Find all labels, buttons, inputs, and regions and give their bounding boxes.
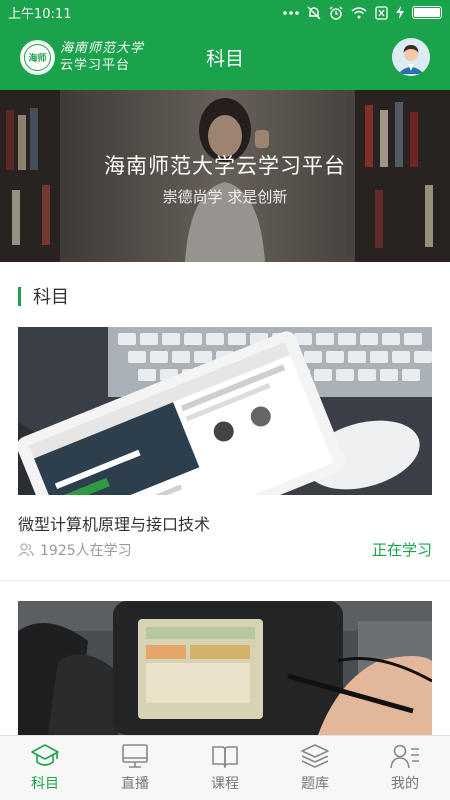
course-learners: 1925人在学习 xyxy=(18,540,132,560)
course-status-link[interactable]: 正在学习 xyxy=(372,539,432,560)
bell-off-icon xyxy=(307,6,321,19)
course-card[interactable] xyxy=(18,601,432,735)
alarm-icon xyxy=(329,6,343,20)
monitor-icon xyxy=(122,744,148,768)
wifi-icon xyxy=(351,6,367,18)
logo-line-2: 云学习平台 xyxy=(60,58,131,73)
section-header: 科目 xyxy=(18,283,69,309)
graduation-cap-icon xyxy=(31,744,59,766)
book-icon xyxy=(212,746,238,768)
hero-banner[interactable]: 海南师范大学云学习平台 崇德尚学 求是创新 xyxy=(0,90,450,262)
status-time: 上午10:11 xyxy=(8,7,72,22)
tab-subjects[interactable]: 科目 xyxy=(0,736,90,800)
tab-question-bank[interactable]: 题库 xyxy=(270,736,360,800)
banner-title: 海南师范大学云学习平台 xyxy=(104,154,346,178)
course-thumbnail-device[interactable] xyxy=(18,601,432,735)
university-logo: 海师 xyxy=(20,40,55,75)
people-icon xyxy=(18,543,34,557)
course-title[interactable]: 微型计算机原理与接口技术 xyxy=(18,511,210,535)
app-header: 海师 海南师范大学 云学习平台 xyxy=(0,25,450,90)
tab-live[interactable]: 直播 xyxy=(90,736,180,800)
tab-label: 我的 xyxy=(391,776,419,792)
status-bar: 上午10:11 xyxy=(0,0,450,25)
bottom-tab-bar: 科目 直播 课程 题库 我的 xyxy=(0,735,450,800)
logo-text: 海南师范大学 云学习平台 xyxy=(60,40,144,74)
tab-me[interactable]: 我的 xyxy=(360,736,450,800)
tab-label: 科目 xyxy=(31,776,59,792)
profile-icon xyxy=(390,744,419,769)
course-card[interactable]: 微型计算机原理与接口技术 1925人在学习 正在学习 xyxy=(18,327,432,567)
learners-count: 1925人在学习 xyxy=(40,543,132,559)
section-title: 科目 xyxy=(33,287,69,308)
status-icons xyxy=(283,5,442,20)
course-thumbnail-tablet[interactable] xyxy=(18,327,432,495)
more-dots-icon xyxy=(283,10,299,15)
logo-line-1: 海南师范大学 xyxy=(60,41,145,56)
charging-icon xyxy=(396,6,404,19)
layers-icon xyxy=(301,744,329,768)
tab-label: 直播 xyxy=(121,776,149,792)
battery-icon xyxy=(412,6,442,19)
logo-seal-mark: 海师 xyxy=(24,44,51,71)
user-avatar-icon[interactable] xyxy=(392,38,430,76)
card-gap xyxy=(0,581,450,601)
section-accent-bar xyxy=(18,286,21,306)
tab-label: 题库 xyxy=(301,776,329,792)
tab-label: 课程 xyxy=(211,776,239,792)
tab-courses[interactable]: 课程 xyxy=(180,736,270,800)
sim-off-icon xyxy=(375,5,388,20)
banner-subtitle: 崇德尚学 求是创新 xyxy=(162,188,288,206)
